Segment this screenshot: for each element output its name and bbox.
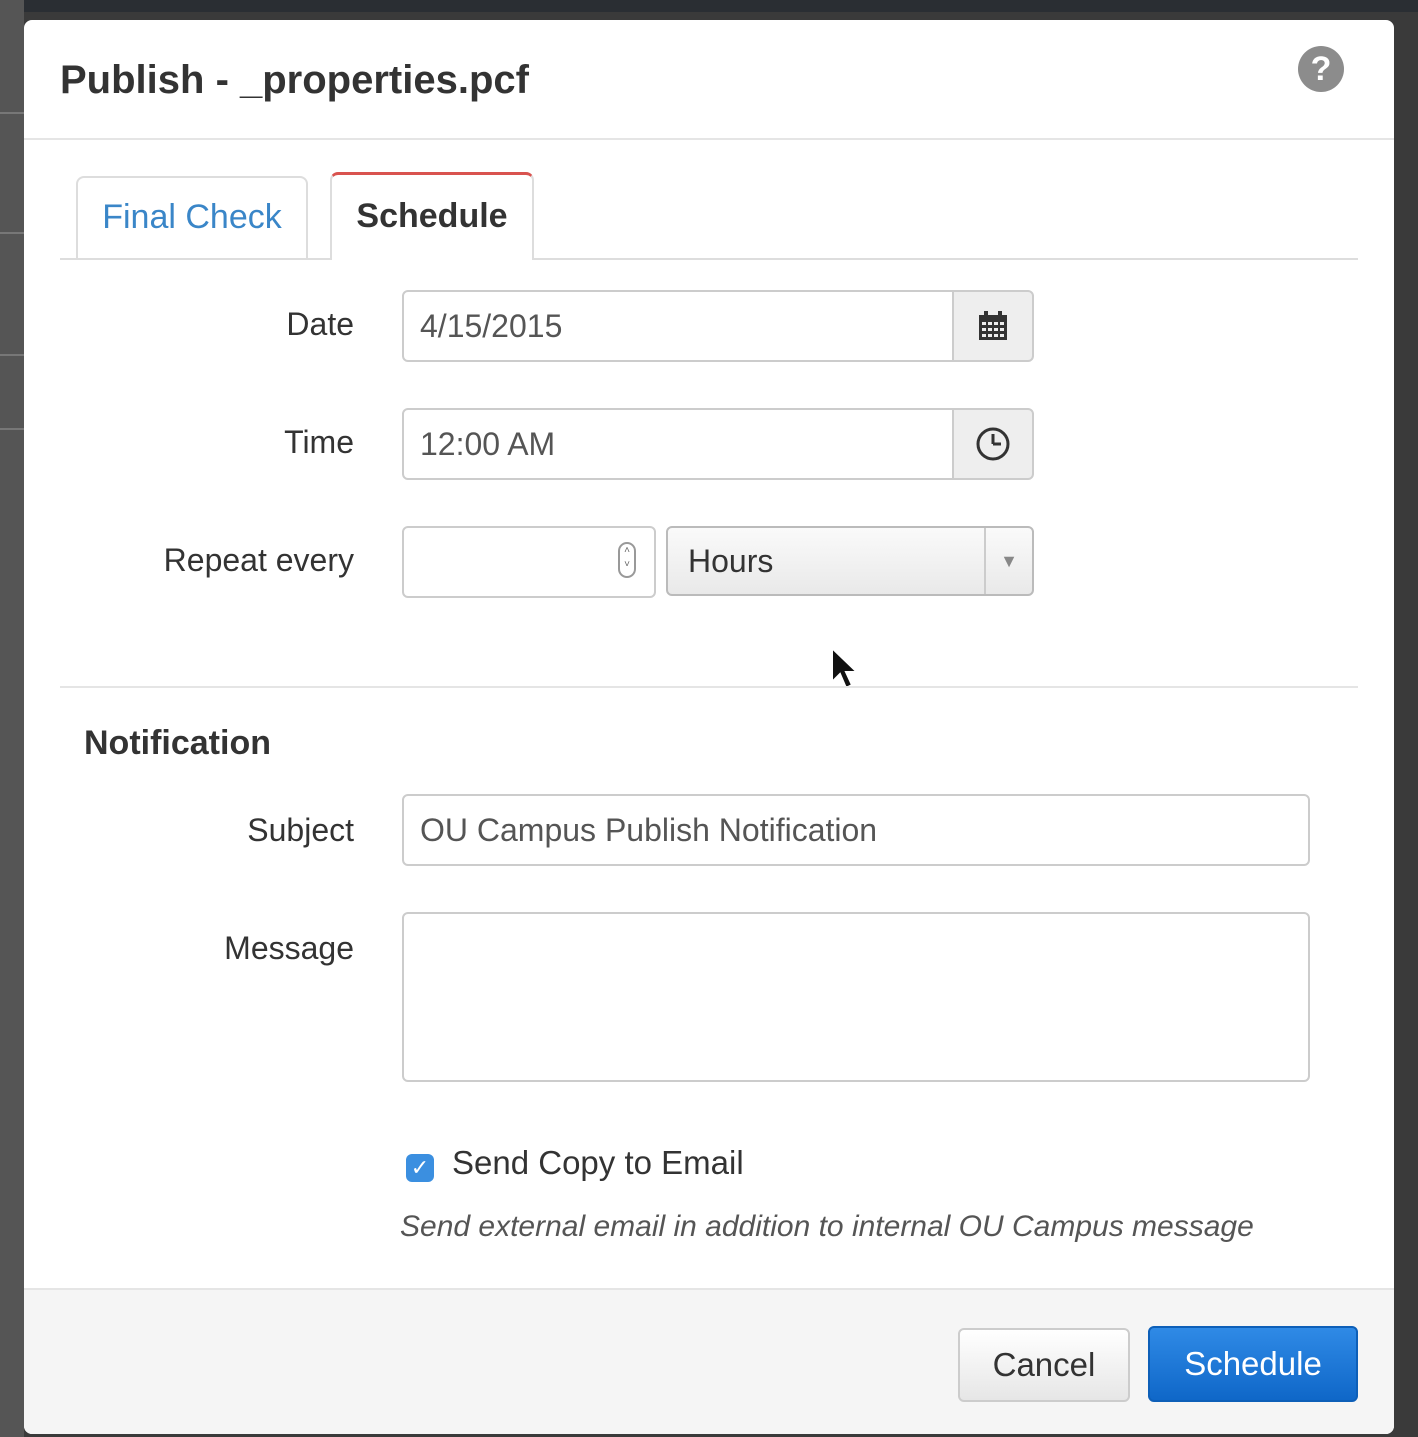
section-divider (60, 686, 1358, 688)
backdrop-line (0, 428, 24, 430)
repeat-interval-input[interactable]: ˄ ˅ (402, 526, 656, 598)
date-picker-button[interactable] (952, 290, 1034, 362)
time-label: Time (284, 424, 354, 460)
clock-icon (976, 427, 1010, 461)
tab-final-check[interactable]: Final Check (76, 176, 308, 258)
repeat-unit-value: Hours (688, 543, 774, 579)
backdrop-left-strip (0, 0, 24, 1437)
time-picker-button[interactable] (952, 408, 1034, 480)
number-stepper-icon[interactable]: ˄ ˅ (618, 542, 636, 578)
cancel-button[interactable]: Cancel (958, 1328, 1130, 1402)
tab-bar: Final Check Schedule (60, 172, 1358, 260)
publish-dialog: Publish - _properties.pcf ? Final Check … (24, 20, 1394, 1434)
tab-schedule[interactable]: Schedule (330, 172, 534, 260)
help-icon[interactable]: ? (1298, 46, 1344, 92)
time-input[interactable]: 12:00 AM (402, 408, 954, 480)
send-copy-help-text: Send external email in addition to inter… (400, 1210, 1254, 1243)
backdrop-top (0, 0, 1418, 12)
dialog-header: Publish - _properties.pcf ? (24, 20, 1394, 140)
notification-heading: Notification (84, 724, 271, 762)
send-copy-label[interactable]: Send Copy to Email (452, 1144, 744, 1182)
date-input[interactable]: 4/15/2015 (402, 290, 954, 362)
dialog-footer: Cancel Schedule (24, 1288, 1394, 1434)
subject-input[interactable]: OU Campus Publish Notification (402, 794, 1310, 866)
date-value: 4/15/2015 (420, 308, 563, 344)
backdrop-line (0, 112, 24, 114)
subject-value: OU Campus Publish Notification (420, 812, 878, 848)
dialog-title: Publish - _properties.pcf (60, 58, 529, 102)
repeat-label: Repeat every (163, 542, 354, 578)
chevron-down-icon: ▼ (984, 528, 1032, 594)
backdrop-line (0, 232, 24, 234)
calendar-icon (979, 311, 1007, 340)
time-value: 12:00 AM (420, 426, 556, 462)
message-label: Message (224, 930, 354, 966)
date-label: Date (286, 306, 354, 342)
message-textarea[interactable] (402, 912, 1310, 1082)
subject-label: Subject (247, 812, 354, 848)
backdrop-line (0, 354, 24, 356)
repeat-unit-select[interactable]: Hours ▼ (666, 526, 1034, 596)
schedule-button[interactable]: Schedule (1148, 1326, 1358, 1402)
send-copy-checkbox[interactable]: ✓ (406, 1154, 434, 1182)
